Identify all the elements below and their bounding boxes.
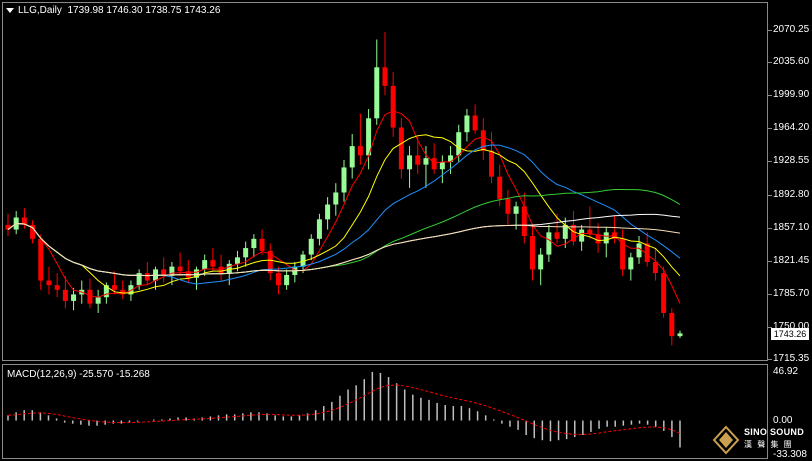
price-tick-label: 1857.10 — [773, 221, 810, 233]
price-tick-mark — [768, 227, 772, 229]
candle-body — [144, 273, 150, 281]
price-tick-label: 1715.35 — [773, 353, 810, 364]
candle-body — [407, 155, 413, 170]
candle-body — [603, 232, 609, 244]
price-tick-mark — [768, 194, 772, 196]
price-tick-label: 1999.90 — [773, 89, 810, 101]
logo-subtitle: 漢 聲 集 團 — [744, 440, 794, 449]
candle-body — [62, 289, 68, 301]
candle-body — [669, 312, 675, 337]
candle-body — [439, 161, 445, 170]
candle-body — [554, 232, 560, 239]
price-tick-mark — [768, 161, 772, 163]
candle-body — [513, 206, 519, 214]
chart-header: LLG,Daily 1739.98 1746.30 1738.75 1743.2… — [6, 5, 220, 16]
candle-body — [38, 238, 44, 281]
candle-body — [464, 115, 470, 133]
candle-body — [456, 132, 462, 156]
candle-body — [423, 158, 429, 165]
price-tick-label: 1892.80 — [773, 188, 810, 200]
candle-body — [46, 280, 52, 286]
candle-body — [374, 67, 380, 119]
price-tick-label: 1821.45 — [773, 254, 810, 266]
price-tick-mark — [768, 359, 772, 360]
macd-signal-line — [7, 384, 681, 436]
candle-body — [251, 238, 257, 249]
price-tick-label: 1964.20 — [773, 122, 810, 134]
price-tick-label: 2035.60 — [773, 56, 810, 68]
candle-body — [480, 130, 486, 151]
candle-body — [333, 192, 339, 205]
candle-body — [677, 333, 683, 337]
candle-body — [636, 243, 642, 258]
candle-body — [112, 285, 118, 290]
ma-10-line — [7, 134, 681, 294]
candle-body — [538, 254, 544, 270]
logo-name: SINO SOUND — [744, 427, 805, 437]
price-tick-label: 1928.55 — [773, 155, 810, 167]
candle-body — [226, 263, 232, 274]
candle-body — [316, 219, 322, 239]
candle-body — [382, 67, 388, 86]
price-tick-mark — [768, 62, 772, 64]
candle-body — [243, 248, 249, 258]
candle-body — [5, 224, 11, 230]
ma-5-line — [7, 110, 681, 304]
price-tick-label: 2070.25 — [773, 24, 810, 35]
candle-body — [87, 289, 93, 304]
candle-body — [177, 266, 183, 272]
candle-body — [489, 150, 495, 177]
candle-body — [595, 234, 601, 244]
candle-body — [398, 127, 404, 170]
candle-body — [357, 146, 363, 156]
candle-body — [308, 238, 314, 255]
candle-body — [234, 257, 240, 264]
ma-60-line — [7, 213, 681, 277]
price-tick-mark — [768, 30, 772, 31]
candle-body — [275, 273, 281, 286]
candle-body — [71, 294, 77, 301]
price-tick-mark — [768, 260, 772, 262]
candle-body — [497, 176, 503, 199]
candle-body — [325, 204, 331, 220]
chart-window[interactable]: LLG,Daily 1739.98 1746.30 1738.75 1743.2… — [0, 0, 812, 461]
current-price-label: 1743.26 — [771, 328, 809, 340]
price-tick-mark — [768, 293, 772, 295]
candle-body — [349, 146, 355, 168]
price-tick-label: 1785.70 — [773, 287, 810, 299]
candle-body — [472, 115, 478, 131]
candle-body — [415, 155, 421, 165]
candle-body — [54, 285, 60, 290]
candle-body — [390, 85, 396, 128]
candle-body — [259, 238, 265, 251]
candle-body — [661, 273, 667, 313]
candle-body — [202, 260, 208, 270]
macd-tick-label: 46.92 — [773, 366, 799, 377]
candle-body — [546, 232, 552, 255]
price-tick-mark — [768, 95, 772, 97]
symbol-title: LLG,Daily — [18, 5, 62, 16]
candle-body — [628, 257, 634, 270]
macd-label: MACD(12,26,9) -25.570 -15.268 — [7, 369, 150, 380]
price-tick-mark — [768, 128, 772, 130]
candle-body — [210, 260, 216, 267]
candle-body — [341, 167, 347, 193]
ohlc-values: 1739.98 1746.30 1738.75 1743.26 — [67, 5, 221, 16]
candle-body — [505, 198, 511, 214]
candle-body — [95, 297, 101, 304]
candle-body — [529, 236, 535, 270]
macd-tick-label: 0.00 — [773, 414, 793, 426]
dropdown-triangle-icon[interactable] — [6, 7, 14, 13]
candle-body — [284, 274, 290, 286]
price-chart-canvas — [5, 32, 683, 448]
